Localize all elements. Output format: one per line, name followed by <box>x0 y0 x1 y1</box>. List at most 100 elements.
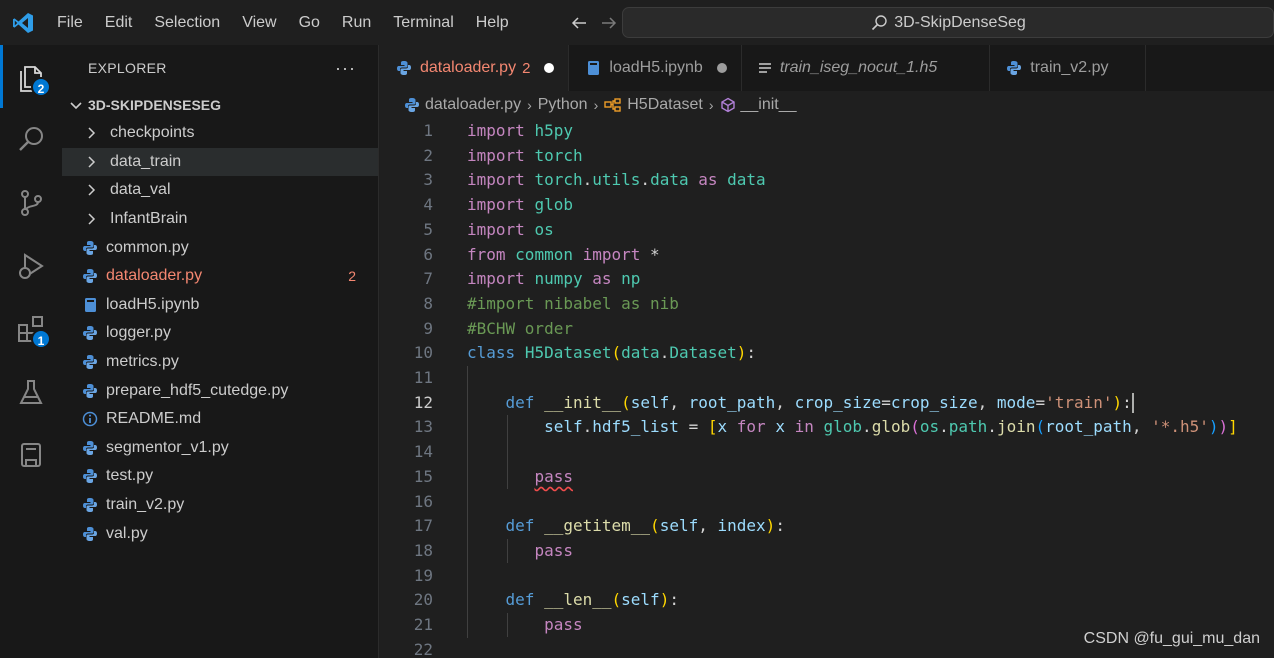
tree-item-checkpoints[interactable]: checkpoints <box>62 119 378 148</box>
beaker-icon <box>16 377 46 407</box>
tree-item-dataloader-py[interactable]: dataloader.py 2 <box>62 262 378 291</box>
line-number: 1 <box>423 121 433 140</box>
python-file-icon <box>82 526 104 542</box>
tree-item-infantbrain[interactable]: InfantBrain <box>62 205 378 234</box>
python-file-icon <box>404 97 420 113</box>
breadcrumb-label: __init__ <box>740 96 797 113</box>
menu-run[interactable]: Run <box>331 0 382 45</box>
class-symbol-icon <box>604 97 622 113</box>
run-debug-activity[interactable] <box>0 234 62 297</box>
tree-item-label: dataloader.py <box>106 267 203 285</box>
python-file-icon <box>82 383 104 399</box>
tab-label: train_v2.py <box>1030 59 1109 76</box>
command-center-label: 3D-SkipDenseSeg <box>894 13 1026 31</box>
text-cursor <box>1131 393 1134 414</box>
source-control-icon <box>16 188 46 218</box>
back-arrow-icon[interactable] <box>570 14 588 32</box>
tree-item-val-py[interactable]: val.py <box>62 519 378 548</box>
workspace-folder-label: 3D-SKIPDENSESEG <box>88 97 222 113</box>
python-file-icon <box>82 268 104 284</box>
tree-item-prepare-hdf5-py[interactable]: prepare_hdf5_cutedge.py <box>62 376 378 405</box>
chevron-right-icon <box>84 183 102 197</box>
line-number: 12 <box>413 392 433 412</box>
line-number: 20 <box>413 590 433 610</box>
tab-dataloader-py[interactable]: dataloader.py 2 <box>380 45 570 91</box>
breadcrumb-file[interactable]: dataloader.py <box>404 96 521 114</box>
tree-item-metrics-py[interactable]: metrics.py <box>62 348 378 377</box>
line-number: 18 <box>413 540 433 560</box>
menu-go[interactable]: Go <box>288 0 331 45</box>
tree-item-loadh5-ipynb[interactable]: loadH5.ipynb <box>62 291 378 320</box>
line-number: 6 <box>423 244 433 264</box>
code-editor[interactable]: 1 import h5py 2 import torch 3 import torch… <box>380 119 1274 658</box>
chevron-down-icon <box>68 97 84 113</box>
menu-selection[interactable]: Selection <box>143 0 231 45</box>
tree-item-label: common.py <box>106 238 189 256</box>
tree-item-logger-py[interactable]: logger.py <box>62 319 378 348</box>
menu-file[interactable]: File <box>46 0 94 45</box>
testing-activity[interactable] <box>0 360 62 423</box>
unsaved-dot-icon[interactable] <box>716 63 727 73</box>
code-line: 2 import torch <box>380 144 1274 169</box>
code-line: 15 pass <box>380 465 1274 490</box>
explorer-sidebar: EXPLORER ··· 3D-SKIPDENSESEG checkpoints… <box>62 45 379 658</box>
tab-train-iseg-h5[interactable]: train_iseg_nocut_1.h5 <box>742 45 991 91</box>
menu-edit[interactable]: Edit <box>94 0 144 45</box>
line-number: 5 <box>423 219 433 239</box>
unsaved-dot-icon[interactable] <box>544 63 555 73</box>
menu-help[interactable]: Help <box>465 0 520 45</box>
forward-arrow-icon[interactable] <box>600 14 618 32</box>
line-number: 8 <box>423 293 433 313</box>
tree-item-common-py[interactable]: common.py <box>62 233 378 262</box>
search-activity[interactable] <box>0 108 62 171</box>
code-line: 4 import glob <box>380 193 1274 218</box>
run-debug-icon <box>16 251 46 281</box>
text-file-icon <box>758 61 772 75</box>
code-line: 1 import h5py <box>380 119 1274 144</box>
command-center-search[interactable]: 3D-SkipDenseSeg <box>622 7 1274 38</box>
tree-item-data-train[interactable]: data_train <box>62 147 378 177</box>
tree-item-label: segmentor_v1.py <box>106 438 229 456</box>
explorer-activity[interactable]: 2 <box>0 45 62 108</box>
tree-item-label: prepare_hdf5_cutedge.py <box>106 381 289 399</box>
watermark: CSDN @fu_gui_mu_dan <box>1083 630 1260 647</box>
tree-item-readme-md[interactable]: README.md <box>62 405 378 434</box>
python-file-icon <box>82 440 104 456</box>
more-actions-icon[interactable]: ··· <box>335 58 356 79</box>
tree-item-data-val[interactable]: data_val <box>62 176 378 205</box>
code-line: 19 <box>380 564 1274 589</box>
menu-terminal[interactable]: Terminal <box>382 0 464 45</box>
tab-train-v2-py[interactable]: train_v2.py <box>990 45 1146 91</box>
breadcrumb-class[interactable]: H5Dataset <box>604 96 703 114</box>
code-line: 13 self.hdf5_list = [x for x in glob.glo… <box>380 415 1274 440</box>
code-line: 8 #import nibabel as nib <box>380 292 1274 317</box>
breadcrumb-method[interactable]: __init__ <box>720 96 797 114</box>
breadcrumb-label: H5Dataset <box>627 96 703 113</box>
line-number: 3 <box>423 170 433 190</box>
menu-view[interactable]: View <box>231 0 287 45</box>
tree-item-train-v2-py[interactable]: train_v2.py <box>62 491 378 520</box>
source-control-activity[interactable] <box>0 171 62 234</box>
menu-bar: File Edit Selection View Go Run Terminal… <box>46 0 520 45</box>
extensions-activity[interactable]: 1 <box>0 297 62 360</box>
remote-explorer-activity[interactable] <box>0 423 62 486</box>
python-file-icon <box>396 60 412 76</box>
code-line: 14 <box>380 440 1274 465</box>
tab-label: train_iseg_nocut_1.h5 <box>779 59 938 76</box>
tree-item-test-py[interactable]: test.py <box>62 462 378 491</box>
python-file-icon <box>82 468 104 484</box>
breadcrumb-language[interactable]: Python <box>538 96 588 114</box>
line-number: 13 <box>413 417 433 437</box>
chevron-right-icon <box>84 212 102 226</box>
tab-loadh5-ipynb[interactable]: loadH5.ipynb <box>569 45 742 91</box>
explorer-badge: 2 <box>31 77 51 97</box>
workspace-folder[interactable]: 3D-SKIPDENSESEG <box>62 91 378 119</box>
code-line: 20 def __len__(self): <box>380 588 1274 613</box>
line-number: 11 <box>413 368 433 387</box>
line-number: 15 <box>413 466 433 486</box>
code-line: 16 <box>380 490 1274 515</box>
tree-item-segmentor-v1-py[interactable]: segmentor_v1.py <box>62 434 378 463</box>
explorer-header: EXPLORER ··· <box>62 45 378 91</box>
code-line: 6 from common import * <box>380 243 1274 268</box>
explorer-title: EXPLORER <box>88 60 167 76</box>
